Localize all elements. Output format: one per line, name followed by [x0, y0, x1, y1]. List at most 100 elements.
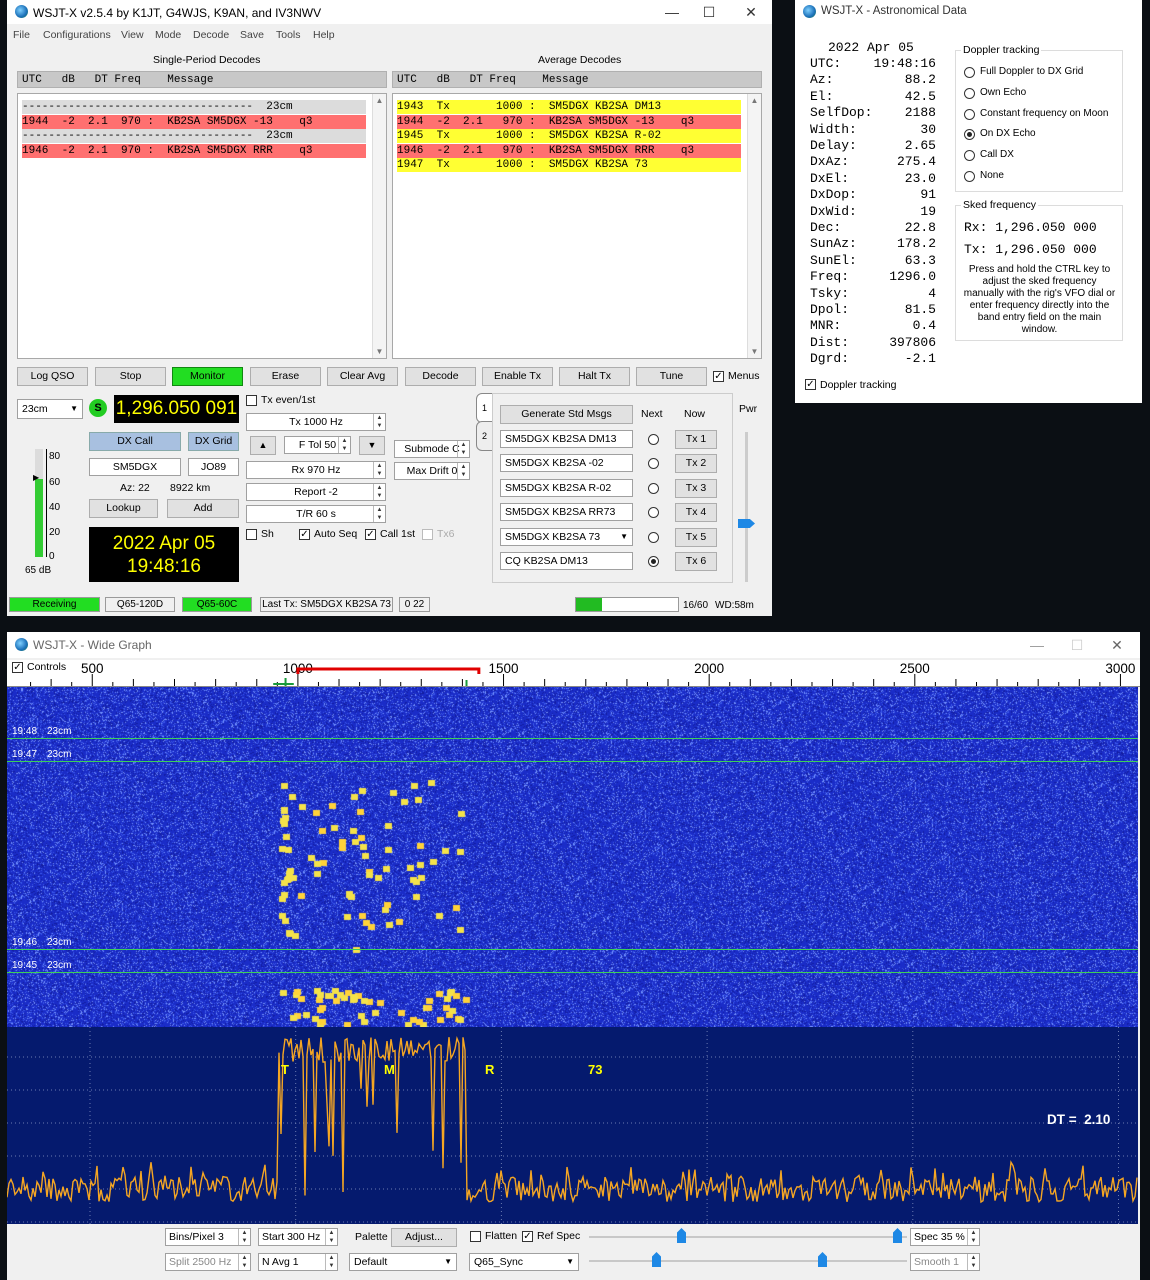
- tx4-message-input[interactable]: SM5DGX KB2SA RR73: [500, 503, 633, 522]
- doppler-option-radio[interactable]: [964, 171, 975, 182]
- menus-checkbox[interactable]: ✓: [713, 371, 724, 382]
- tx5-next-radio[interactable]: [648, 531, 659, 543]
- tab-2[interactable]: 2: [476, 421, 493, 451]
- stop-button[interactable]: Stop: [95, 367, 166, 386]
- halt-tx-button[interactable]: Halt Tx: [559, 367, 630, 386]
- close-icon[interactable]: ✕: [1107, 637, 1127, 654]
- sh-checkbox[interactable]: [246, 529, 257, 540]
- log-qso-button[interactable]: Log QSO: [17, 367, 88, 386]
- frequency-scale[interactable]: ✓ Controls 500 1000 1500 2000 2500 3000: [7, 660, 1140, 687]
- menu-help[interactable]: Help: [313, 29, 335, 41]
- dx-grid-input[interactable]: JO89: [188, 458, 239, 476]
- gain-slider-track[interactable]: [589, 1236, 907, 1238]
- tx3-now-button[interactable]: Tx 3: [675, 478, 717, 498]
- close-icon[interactable]: ✕: [741, 4, 761, 21]
- spec-zero-handle[interactable]: [818, 1252, 827, 1267]
- decode-line[interactable]: 1944 -2 2.1 970 : KB2SA SM5DGX -13 q3: [22, 114, 366, 129]
- spin-arrows-icon[interactable]: ▲ ▼: [967, 1254, 979, 1270]
- rx-freq-spinner[interactable]: Rx 970 Hz ▲ ▼: [246, 461, 386, 479]
- waterfall-display[interactable]: 19:48 23cm 19:47 23cm 19:46 23cm 19:45 23cm: [7, 687, 1138, 1027]
- rx-marker[interactable]: [273, 678, 468, 686]
- gain-slider-handle[interactable]: [677, 1228, 686, 1243]
- spec-slider-track[interactable]: [589, 1260, 907, 1262]
- tx6-message-input[interactable]: CQ KB2SA DM13: [500, 552, 633, 570]
- freq-up-button[interactable]: ▲: [250, 436, 276, 455]
- spin-arrows-icon[interactable]: ▲ ▼: [457, 463, 469, 479]
- single-scrollbar[interactable]: ▲ ▼: [372, 94, 386, 358]
- mode-select[interactable]: Q65_Sync ▼: [469, 1253, 579, 1271]
- tx6-next-radio[interactable]: [648, 556, 659, 567]
- decode-line[interactable]: 1945 Tx 1000 : SM5DGX KB2SA R-02: [397, 129, 741, 144]
- doppler-tracking-checkbox[interactable]: ✓: [805, 379, 816, 390]
- doppler-option-radio[interactable]: [964, 87, 975, 99]
- dx-call-input[interactable]: SM5DGX: [89, 458, 181, 476]
- power-slider-handle[interactable]: [738, 519, 755, 528]
- menu-decode[interactable]: Decode: [193, 29, 229, 41]
- spin-arrows-icon[interactable]: ▲ ▼: [325, 1254, 337, 1270]
- palette-select[interactable]: Default ▼: [349, 1253, 457, 1271]
- tx5-now-button[interactable]: Tx 5: [675, 527, 717, 547]
- max-drift-spinner[interactable]: Max Drift 0 ▲ ▼: [394, 462, 470, 480]
- spin-arrows-icon[interactable]: ▲ ▼: [373, 414, 385, 430]
- minimize-icon[interactable]: —: [1027, 637, 1047, 653]
- decode-line[interactable]: 1946 -2 2.1 970 : KB2SA SM5DGX RRR q3: [22, 143, 366, 158]
- maximize-icon[interactable]: ☐: [1067, 637, 1087, 654]
- generate-std-msgs-button[interactable]: Generate Std Msgs: [500, 405, 633, 424]
- tab-1[interactable]: 1: [476, 393, 493, 423]
- decode-line[interactable]: 1947 Tx 1000 : SM5DGX KB2SA 73: [397, 158, 741, 173]
- smooth-spinner[interactable]: Smooth 1 ▲ ▼: [910, 1253, 980, 1271]
- clear-avg-button[interactable]: Clear Avg: [327, 367, 398, 386]
- flatten-checkbox[interactable]: [470, 1231, 481, 1242]
- report-spinner[interactable]: Report -2 ▲ ▼: [246, 483, 386, 501]
- spin-arrows-icon[interactable]: ▲ ▼: [238, 1254, 250, 1270]
- tx6-now-button[interactable]: Tx 6: [675, 552, 717, 571]
- tx-bracket[interactable]: [296, 667, 481, 674]
- monitor-button[interactable]: Monitor: [172, 367, 243, 386]
- tx2-now-button[interactable]: Tx 2: [675, 454, 717, 474]
- menu-file[interactable]: File: [13, 29, 30, 41]
- tx1-next-radio[interactable]: [648, 434, 659, 445]
- doppler-option-radio[interactable]: [964, 67, 975, 78]
- spin-arrows-icon[interactable]: ▲ ▼: [325, 1229, 337, 1245]
- decode-line[interactable]: 1944 -2 2.1 970 : KB2SA SM5DGX -13 q3: [397, 114, 741, 129]
- decode-line[interactable]: 1946 -2 2.1 970 : KB2SA SM5DGX RRR q3: [397, 143, 741, 158]
- band-select[interactable]: 23cm ▼: [17, 399, 83, 419]
- tx-freq-spinner[interactable]: Tx 1000 Hz ▲ ▼: [246, 413, 386, 431]
- single-decodes-list[interactable]: ----------------------------------- 23cm…: [17, 93, 387, 359]
- spin-arrows-icon[interactable]: ▲ ▼: [238, 1229, 250, 1245]
- split-spinner[interactable]: Split 2500 Hz ▲ ▼: [165, 1253, 251, 1271]
- tx4-now-button[interactable]: Tx 4: [675, 503, 717, 523]
- menu-mode[interactable]: Mode: [155, 29, 181, 41]
- tx3-message-input[interactable]: SM5DGX KB2SA R-02: [500, 478, 633, 497]
- spin-arrows-icon[interactable]: ▲ ▼: [338, 437, 350, 453]
- start-spinner[interactable]: Start 300 Hz ▲ ▼: [258, 1228, 338, 1246]
- menu-tools[interactable]: Tools: [276, 29, 301, 41]
- decode-line[interactable]: 1943 Tx 1000 : SM5DGX KB2SA DM13: [397, 100, 741, 114]
- doppler-option-radio[interactable]: [964, 150, 975, 162]
- erase-button[interactable]: Erase: [250, 367, 321, 386]
- maximize-icon[interactable]: ☐: [699, 4, 719, 21]
- s-badge[interactable]: S: [89, 399, 107, 417]
- enable-tx-button[interactable]: Enable Tx: [482, 367, 553, 386]
- auto-seq-checkbox[interactable]: ✓: [299, 529, 310, 540]
- submode-spinner[interactable]: Submode C ▲ ▼: [394, 440, 470, 458]
- call-1st-checkbox[interactable]: ✓: [365, 529, 376, 540]
- tx3-next-radio[interactable]: [648, 482, 659, 494]
- tx1-message-input[interactable]: SM5DGX KB2SA DM13: [500, 430, 633, 448]
- power-slider-track[interactable]: [745, 432, 748, 582]
- freq-down-button[interactable]: ▼: [359, 436, 385, 455]
- spin-arrows-icon[interactable]: ▲ ▼: [373, 484, 385, 500]
- bins-spinner[interactable]: Bins/Pixel 3 ▲ ▼: [165, 1228, 251, 1246]
- tx1-now-button[interactable]: Tx 1: [675, 430, 717, 449]
- spec-pct-spinner[interactable]: Spec 35 % ▲ ▼: [910, 1228, 980, 1246]
- spec-gain-handle[interactable]: [652, 1252, 661, 1267]
- average-scrollbar[interactable]: ▲ ▼: [747, 94, 761, 358]
- navg-spinner[interactable]: N Avg 1 ▲ ▼: [258, 1253, 338, 1271]
- spin-arrows-icon[interactable]: ▲ ▼: [373, 506, 385, 522]
- doppler-option-radio[interactable]: [964, 129, 975, 141]
- doppler-option-radio[interactable]: [964, 108, 975, 120]
- decode-line[interactable]: ----------------------------------- 23cm: [22, 100, 366, 114]
- add-button[interactable]: Add: [167, 499, 239, 518]
- spin-arrows-icon[interactable]: ▲ ▼: [457, 441, 469, 457]
- tune-button[interactable]: Tune: [636, 367, 707, 386]
